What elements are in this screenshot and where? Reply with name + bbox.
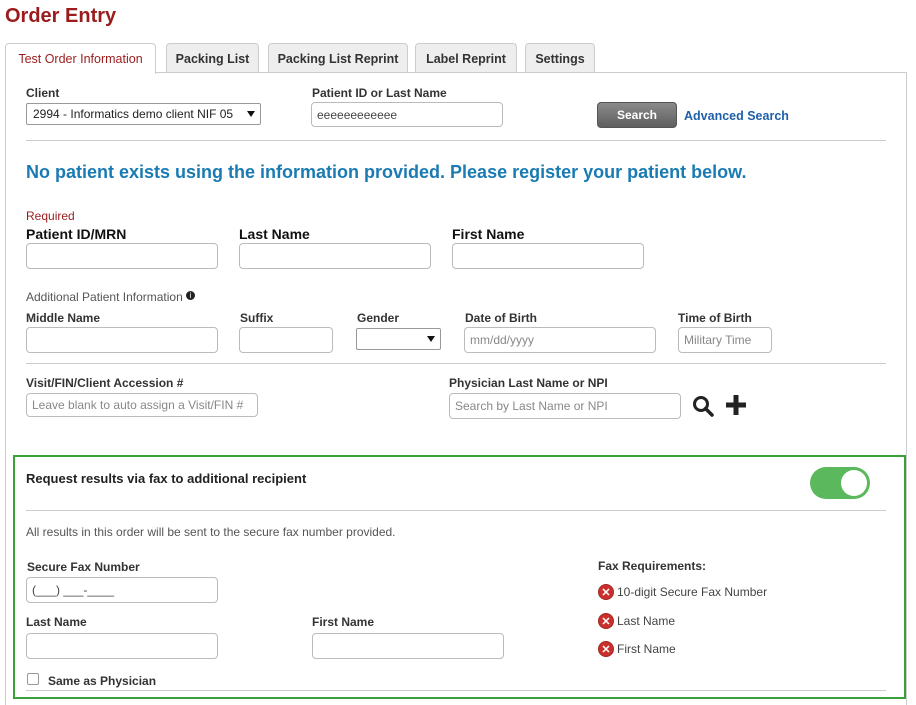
fax-requirements-title: Fax Requirements: <box>598 559 707 573</box>
divider <box>26 363 886 364</box>
divider <box>26 690 886 691</box>
fax-first-name-field[interactable] <box>312 633 504 659</box>
suffix-field[interactable] <box>239 327 333 353</box>
required-label: Required <box>26 209 75 223</box>
tob-label: Time of Birth <box>678 311 752 325</box>
first-name-field[interactable] <box>452 243 644 269</box>
client-label: Client <box>26 86 60 100</box>
fax-section-title: Request results via fax to additional re… <box>26 471 307 486</box>
toggle-knob <box>841 470 867 496</box>
chevron-down-icon <box>247 111 255 117</box>
fax-description: All results in this order will be sent t… <box>26 525 396 539</box>
requirement-last-name: ✕ Last Name <box>598 613 675 629</box>
physician-label: Physician Last Name or NPI <box>449 376 608 390</box>
middle-name-field[interactable] <box>26 327 218 353</box>
dob-field[interactable]: mm/dd/yyyy <box>464 327 656 353</box>
last-name-field[interactable] <box>239 243 431 269</box>
divider <box>26 140 886 141</box>
patient-search-input[interactable]: eeeeeeeeeeee <box>311 102 503 127</box>
middle-name-label: Middle Name <box>26 311 101 325</box>
page-title: Order Entry <box>5 5 117 27</box>
dob-label: Date of Birth <box>465 311 537 325</box>
suffix-label: Suffix <box>240 311 274 325</box>
patient-search-label: Patient ID or Last Name <box>312 86 447 100</box>
fax-last-name-label: Last Name <box>26 615 87 629</box>
fax-last-name-field[interactable] <box>26 633 218 659</box>
client-select-value: 2994 - Informatics demo client NIF 05 <box>33 107 234 121</box>
same-as-physician-label: Same as Physician <box>48 674 157 688</box>
tob-field[interactable]: Military Time <box>678 327 772 353</box>
fax-number-label: Secure Fax Number <box>27 560 140 574</box>
patient-id-field[interactable] <box>26 243 218 269</box>
tab-settings[interactable]: Settings <box>525 43 595 73</box>
tab-packing-list[interactable]: Packing List <box>166 43 259 73</box>
info-icon: i <box>186 291 196 300</box>
visit-label: Visit/FIN/Client Accession # <box>26 376 184 390</box>
additional-info-label: Additional Patient Information i <box>26 290 196 304</box>
search-button[interactable]: Search <box>597 102 677 128</box>
client-select[interactable]: 2994 - Informatics demo client NIF 05 <box>26 103 261 125</box>
first-name-label: First Name <box>452 226 525 242</box>
same-as-physician-checkbox[interactable] <box>27 673 39 685</box>
no-patient-notice: No patient exists using the information … <box>26 162 747 182</box>
gender-label: Gender <box>357 311 400 325</box>
tab-test-order-information[interactable]: Test Order Information <box>5 43 156 74</box>
error-icon: ✕ <box>598 584 614 600</box>
plus-icon[interactable] <box>724 393 748 417</box>
fax-number-field[interactable]: (___) ___-____ <box>26 577 218 603</box>
requirement-fax-number: ✕ 10-digit Secure Fax Number <box>598 584 767 600</box>
requirement-first-name: ✕ First Name <box>598 641 676 657</box>
search-icon[interactable] <box>691 394 715 418</box>
last-name-label: Last Name <box>239 226 310 242</box>
fax-first-name-label: First Name <box>312 615 375 629</box>
advanced-search-link[interactable]: Advanced Search <box>684 109 789 123</box>
chevron-down-icon <box>427 336 435 342</box>
tab-label-reprint[interactable]: Label Reprint <box>415 43 517 73</box>
error-icon: ✕ <box>598 641 614 657</box>
visit-field[interactable]: Leave blank to auto assign a Visit/FIN # <box>26 393 258 417</box>
tab-packing-list-reprint[interactable]: Packing List Reprint <box>268 43 408 73</box>
physician-search-field[interactable]: Search by Last Name or NPI <box>449 393 681 419</box>
gender-select[interactable] <box>356 328 441 350</box>
divider <box>26 510 886 511</box>
patient-id-label: Patient ID/MRN <box>26 226 127 242</box>
error-icon: ✕ <box>598 613 614 629</box>
fax-toggle[interactable] <box>810 467 870 499</box>
